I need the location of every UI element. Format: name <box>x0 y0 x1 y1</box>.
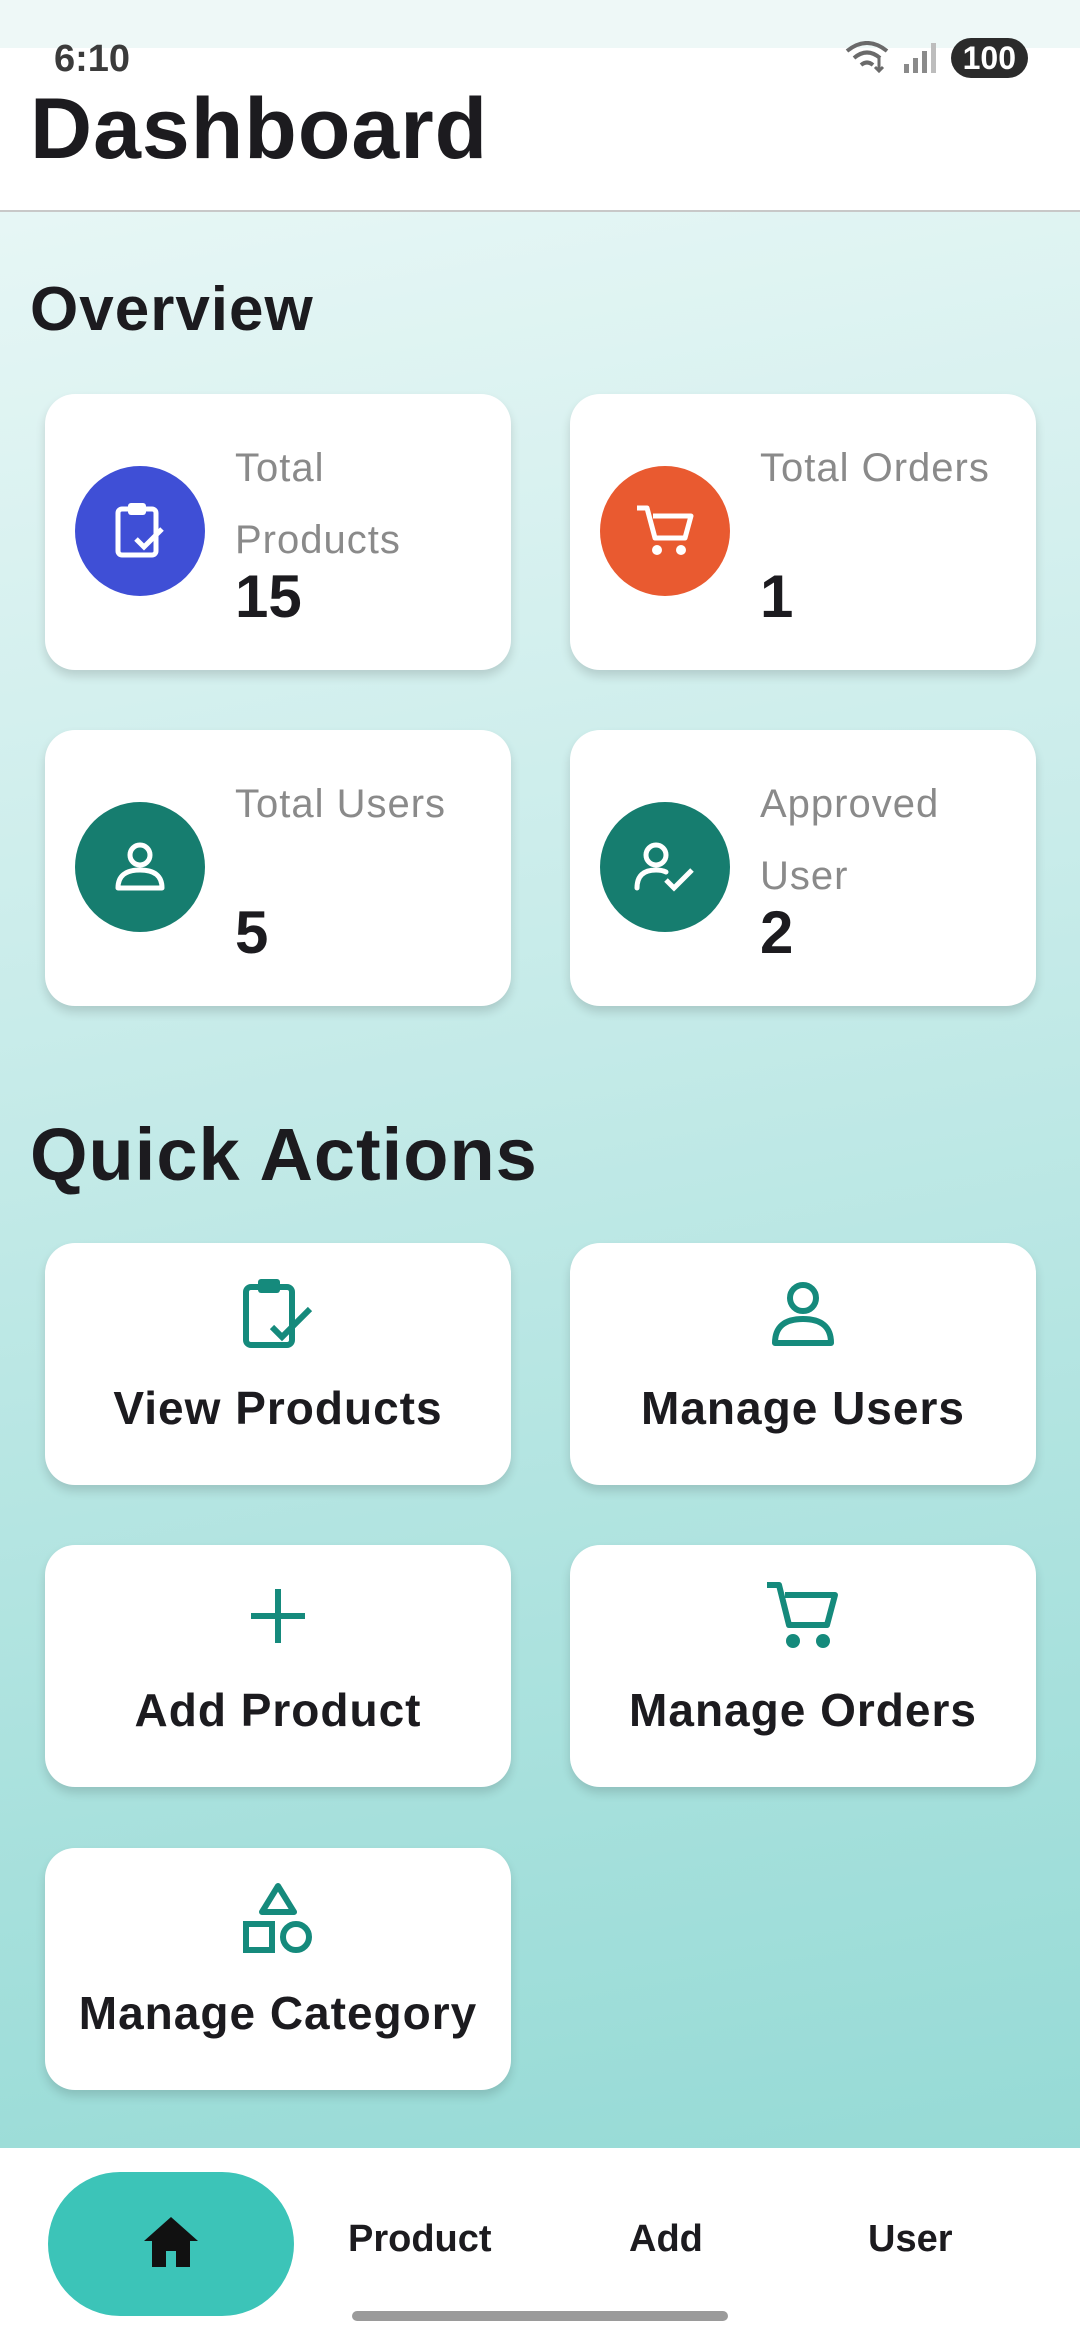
nav-user[interactable]: User <box>868 2218 953 2261</box>
nav-product[interactable]: Product <box>348 2218 492 2261</box>
stat-value: 5 <box>235 899 269 966</box>
action-label: Manage Users <box>641 1382 965 1434</box>
user-check-icon <box>600 802 730 932</box>
view-products-button[interactable]: View Products <box>45 1243 511 1485</box>
stat-label: Total Orders <box>760 446 990 490</box>
status-time: 6:10 <box>54 38 131 80</box>
clipboard-check-icon <box>240 1277 316 1351</box>
manage-users-button[interactable]: Manage Users <box>570 1243 1036 1485</box>
nav-home-button[interactable] <box>48 2172 294 2316</box>
battery-icon: 100 <box>950 38 1028 78</box>
stat-card-approved-user[interactable]: Approved User 2 <box>570 730 1036 1006</box>
action-label: Manage Orders <box>629 1684 977 1736</box>
stat-card-total-products[interactable]: Total Products 15 <box>45 394 511 670</box>
stat-card-total-users[interactable]: Total Users 5 <box>45 730 511 1006</box>
stat-card-total-orders[interactable]: Total Orders 1 <box>570 394 1036 670</box>
stat-value: 2 <box>760 899 794 966</box>
user-icon <box>771 1277 835 1351</box>
clipboard-check-icon <box>75 466 205 596</box>
home-icon <box>142 2215 200 2274</box>
action-label: View Products <box>113 1382 443 1434</box>
cart-icon <box>600 466 730 596</box>
plus-icon <box>249 1579 307 1653</box>
shapes-icon <box>242 1882 314 1956</box>
nav-add[interactable]: Add <box>629 2218 703 2261</box>
add-product-button[interactable]: Add Product <box>45 1545 511 1787</box>
stat-label: Total Products <box>235 446 401 562</box>
manage-category-button[interactable]: Manage Category <box>45 1848 511 2090</box>
signal-icon <box>903 42 937 74</box>
quick-actions-heading: Quick Actions <box>30 1113 538 1196</box>
stat-label: Approved User <box>760 782 940 898</box>
gesture-handle[interactable] <box>352 2311 728 2321</box>
page-title: Dashboard <box>30 81 489 177</box>
action-label: Manage Category <box>78 1987 478 2039</box>
stat-value: 1 <box>760 563 794 630</box>
action-label: Add Product <box>134 1684 422 1736</box>
wifi-icon <box>845 41 889 75</box>
manage-orders-button[interactable]: Manage Orders <box>570 1545 1036 1787</box>
app-header: 6:10 100 Dashboard <box>0 0 1080 212</box>
stat-label: Total Users <box>235 782 447 826</box>
stat-value: 15 <box>235 563 302 630</box>
status-icons: 100 <box>845 38 1028 78</box>
user-icon <box>75 802 205 932</box>
cart-icon <box>765 1579 841 1653</box>
overview-heading: Overview <box>30 275 314 344</box>
